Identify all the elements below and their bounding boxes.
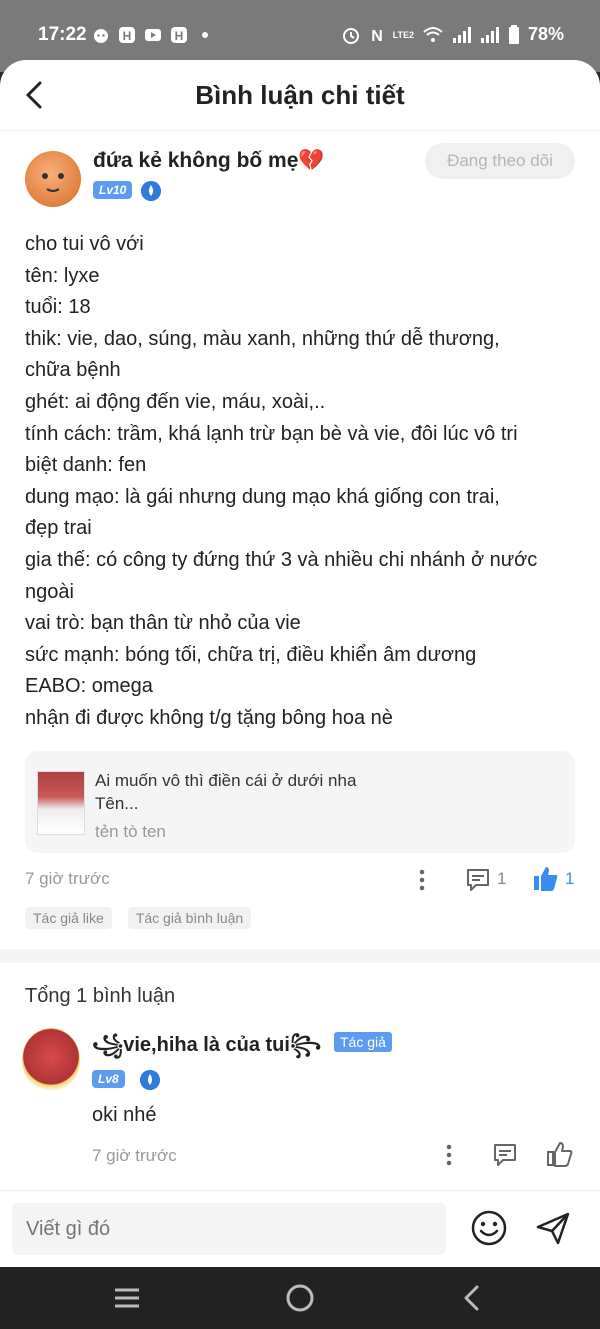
svg-text:H: H <box>123 29 132 43</box>
comment-icon[interactable] <box>465 867 491 893</box>
thumbs-up-outline-icon[interactable] <box>546 1140 574 1168</box>
comments-total: Tổng 1 bình luận <box>25 984 176 1007</box>
emoji-icon[interactable] <box>470 1209 508 1247</box>
avatar[interactable] <box>25 151 81 207</box>
post-line: tên: lyxe <box>25 264 100 287</box>
commenter-name[interactable]: ꧁vie,hiha là của tui꧂ <box>92 1030 321 1070</box>
more-options-icon[interactable] <box>440 1142 458 1168</box>
post-line: đẹp trai <box>25 517 92 540</box>
post-tags: Tác giả like Tác giả bình luận <box>25 906 575 929</box>
post-line: sức mạnh: bóng tối, chữa trị, điều khiển… <box>25 643 477 666</box>
post-line: tuổi: 18 <box>25 296 91 319</box>
comment-item: ꧁vie,hiha là của tui꧂ Tác giả Lv8 oki nh… <box>0 1008 600 1208</box>
level-badge: Lv10 <box>93 181 133 199</box>
commenter-avatar[interactable] <box>22 1027 80 1092</box>
quoted-post-card[interactable]: Ai muốn vô thì điền cái ở dưới nha Tên..… <box>25 750 575 853</box>
post-line: vai trò: bạn thân từ nhỏ của vie <box>25 612 301 635</box>
recent-apps-icon[interactable] <box>112 1283 142 1313</box>
post-body: cho tui vô với tên: lyxe tuổi: 18 thik: … <box>25 229 575 735</box>
carrier-label: LTE2 <box>392 29 414 40</box>
post-line: gia thế: có công ty đứng thứ 3 và nhiều … <box>25 548 538 571</box>
comment-text: oki nhé <box>92 1103 157 1126</box>
post-line: thik: vie, dao, súng, màu xanh, những th… <box>25 327 500 350</box>
post-line: EABO: omega <box>25 675 153 698</box>
post-line: dung mạo: là gái nhưng dung mạo khá giốn… <box>25 485 500 508</box>
notification-icons: H H <box>92 26 214 44</box>
home-icon[interactable] <box>285 1283 315 1313</box>
svg-text:H: H <box>175 29 184 43</box>
post-line: tính cách: trầm, khá lạnh trừ bạn bè và … <box>25 422 518 445</box>
nfc-icon: N <box>371 28 383 45</box>
like-count: 1 <box>565 868 575 888</box>
wifi-icon <box>423 26 443 42</box>
author-name[interactable]: đứa kẻ không bố mẹ💔 <box>93 149 325 173</box>
page-title: Bình luận chi tiết <box>195 80 405 110</box>
alarm-icon <box>342 27 359 44</box>
post-line: chữa bệnh <box>25 359 121 382</box>
back-icon[interactable] <box>458 1283 488 1313</box>
status-time: 17:22 <box>38 24 87 45</box>
water-drop-icon <box>141 181 161 201</box>
comment-input[interactable] <box>12 1203 446 1255</box>
author-tag-badge: Tác giả <box>334 1031 392 1052</box>
h-app-icon-2: H <box>171 27 187 43</box>
post-line: ngoài <box>25 580 74 603</box>
post-line: nhận đi được không t/g tặng bông hoa nè <box>25 706 393 729</box>
commenter-level-badge: Lv8 <box>92 1069 125 1088</box>
post-time: 7 giờ trước <box>25 868 110 888</box>
water-drop-icon <box>140 1069 160 1090</box>
post-meta-row: 7 giờ trước 1 1 <box>25 853 575 907</box>
app-window: Bình luận chi tiết đứa kẻ không bố mẹ💔 L… <box>0 60 600 1267</box>
dot-icon <box>202 32 208 38</box>
youtube-icon <box>145 29 161 41</box>
signal-icon-2 <box>480 26 499 43</box>
svg-text:N: N <box>371 28 383 45</box>
quoted-post-title: Ai muốn vô thì điền cái ở dưới nha <box>95 770 357 790</box>
post-line: cho tui vô với <box>25 233 144 255</box>
top-bar: Bình luận chi tiết <box>0 60 600 131</box>
status-right: N LTE2 78% <box>341 24 564 45</box>
send-icon[interactable] <box>534 1209 572 1247</box>
quoted-post-thumbnail <box>37 770 85 835</box>
quoted-post-excerpt: Tên... <box>95 793 139 813</box>
h-app-icon: H <box>119 27 135 43</box>
battery-percent: 78% <box>527 24 564 44</box>
quoted-post-author: tẻn tò ten <box>95 821 166 841</box>
comment-count: 1 <box>497 868 507 888</box>
post: đứa kẻ không bố mẹ💔 Lv10 Đang theo dõi c… <box>0 131 600 929</box>
thumbs-up-icon[interactable] <box>533 865 559 893</box>
signal-icon <box>452 26 471 43</box>
reply-icon[interactable] <box>492 1142 518 1168</box>
system-nav-bar <box>0 1267 600 1329</box>
tag-author-liked: Tác giả like <box>25 906 112 929</box>
follow-button[interactable]: Đang theo dõi <box>425 143 575 179</box>
post-author-row: đứa kẻ không bố mẹ💔 Lv10 Đang theo dõi <box>25 131 575 221</box>
avatar-face-icon <box>42 173 64 192</box>
comment-time: 7 giờ trước <box>92 1145 177 1165</box>
more-options-icon[interactable] <box>413 867 431 893</box>
post-line: ghét: ai động đến vie, máu, xoài,.. <box>25 390 326 413</box>
post-line: biệt danh: fen <box>25 454 147 477</box>
battery-icon <box>508 24 519 44</box>
tag-author-commented: Tác giả bình luận <box>127 906 252 929</box>
comment-input-bar <box>0 1190 600 1267</box>
section-divider <box>0 948 600 963</box>
cat-app-icon <box>94 29 108 43</box>
